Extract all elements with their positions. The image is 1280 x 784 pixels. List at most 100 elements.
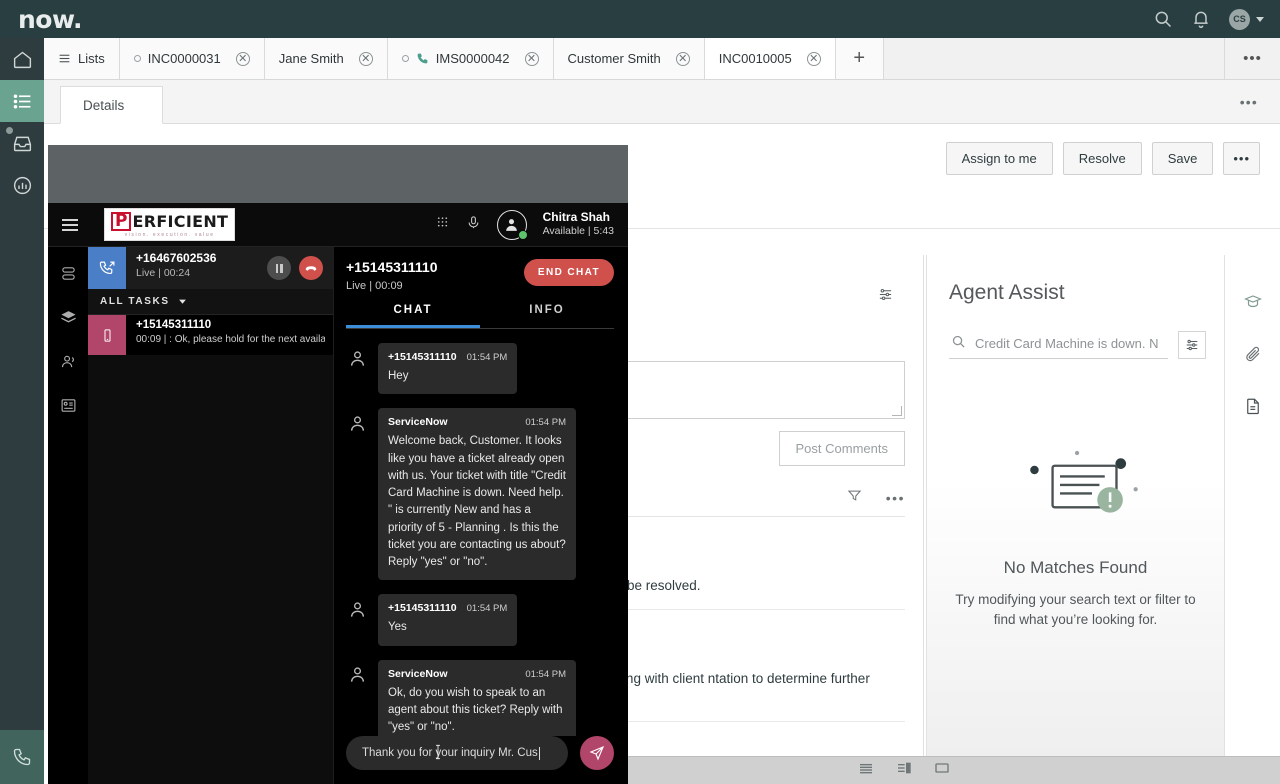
active-task-number: +16467602536	[136, 251, 267, 265]
agent-workspace-window: P ERFICIENT vision. execution. value Chi	[48, 203, 628, 784]
end-call-button[interactable]	[299, 256, 323, 280]
tab-overflow-button[interactable]: •••	[1224, 38, 1280, 79]
card-view-icon[interactable]	[934, 760, 950, 781]
document-icon[interactable]	[1236, 389, 1270, 423]
active-task-status: Live | 00:24	[136, 267, 267, 279]
tab-lists[interactable]: Lists	[44, 38, 120, 79]
tab-customer-smith[interactable]: Customer Smith ✕	[554, 38, 705, 79]
tab-jane-smith[interactable]: Jane Smith ✕	[265, 38, 388, 79]
resolve-button[interactable]: Resolve	[1063, 142, 1142, 175]
tab-info[interactable]: INFO	[480, 304, 614, 328]
chat-header: +15145311110 Live | 00:09 END CHAT	[334, 247, 628, 292]
sidebar-item-home[interactable]	[0, 38, 44, 80]
tab-chat[interactable]: CHAT	[346, 304, 480, 328]
message-list: +15145311110 01:54 PM Hey ServiceN	[334, 329, 628, 736]
tab-label: Jane Smith	[279, 51, 344, 66]
hold-button[interactable]	[267, 256, 291, 280]
tab-label: Lists	[78, 51, 105, 66]
post-comments-button[interactable]: Post Comments	[779, 431, 905, 466]
tab-ims0000042[interactable]: IMS0000042 ✕	[388, 38, 554, 79]
bot-avatar-icon	[346, 664, 368, 686]
chat-panel: +15145311110 Live | 00:09 END CHAT CHAT …	[334, 247, 628, 784]
avatar[interactable]: CS	[1229, 9, 1250, 30]
message-text: Welcome back, Customer. It looks like yo…	[388, 433, 566, 571]
dashboard-icon[interactable]	[60, 397, 77, 419]
split-view-icon[interactable]	[896, 760, 912, 781]
tab-label: INC0000031	[148, 51, 221, 66]
task-item-number: +15145311110	[136, 319, 325, 331]
close-icon[interactable]: ✕	[676, 52, 690, 66]
chat-composer: Thank you for your inquiry Mr. Cus	[334, 736, 628, 784]
task-list-item[interactable]: +15145311110 00:09 | : Ok, please hold f…	[88, 315, 333, 355]
dialpad-icon[interactable]	[435, 215, 450, 235]
all-tasks-label: ALL TASKS	[100, 296, 170, 307]
chevron-down-icon[interactable]	[1256, 17, 1264, 22]
tab-inc0000031[interactable]: INC0000031 ✕	[120, 38, 265, 79]
bot-avatar-icon	[346, 412, 368, 434]
more-icon[interactable]: •••	[886, 490, 905, 506]
mouse-text-cursor-icon	[434, 743, 442, 761]
message-author: +15145311110	[388, 602, 457, 614]
perficient-logo-word: ERFICIENT	[132, 214, 228, 230]
mic-icon[interactable]	[466, 215, 481, 235]
queue-icon[interactable]	[60, 265, 77, 287]
close-icon[interactable]: ✕	[359, 52, 373, 66]
resize-handle[interactable]	[892, 406, 902, 416]
record-actions: Assign to me Resolve Save •••	[946, 142, 1260, 175]
chat-input[interactable]: Thank you for your inquiry Mr. Cus	[346, 736, 568, 770]
save-button[interactable]: Save	[1152, 142, 1214, 175]
tab-bar: Lists INC0000031 ✕ Jane Smith ✕ IMS00000…	[44, 38, 1280, 80]
chat-duration: Live | 00:09	[346, 280, 438, 292]
layers-icon[interactable]	[60, 309, 77, 331]
task-item-info: +15145311110 00:09 | : Ok, please hold f…	[126, 315, 333, 355]
task-item-preview: 00:09 | : Ok, please hold for the next a…	[136, 334, 325, 345]
workspace-body: +16467602536 Live | 00:24 ALL TASKS	[48, 247, 628, 784]
empty-subtitle: Try modifying your search text or filter…	[951, 590, 1200, 629]
search-filter-button[interactable]	[1178, 331, 1206, 359]
agent-assist-title: Agent Assist	[927, 255, 1224, 305]
add-tab-button[interactable]: +	[836, 38, 884, 79]
outbound-call-icon	[88, 247, 126, 289]
bell-icon[interactable]	[1191, 9, 1211, 29]
active-call-task[interactable]: +16467602536 Live | 00:24	[88, 247, 333, 289]
message-author: ServiceNow	[388, 668, 448, 680]
message-text: Hey	[388, 368, 507, 385]
tab-inc0010005[interactable]: INC0010005 ✕	[705, 38, 836, 79]
agent-avatar[interactable]	[497, 210, 527, 240]
search-input[interactable]: Credit Card Machine is down. N	[949, 331, 1168, 359]
filter-icon[interactable]	[847, 488, 862, 508]
phone-icon[interactable]	[0, 730, 44, 784]
end-chat-button[interactable]: END CHAT	[524, 259, 614, 286]
assign-to-me-button[interactable]: Assign to me	[946, 142, 1053, 175]
more-actions-button[interactable]: •••	[1223, 142, 1260, 175]
close-icon[interactable]: ✕	[807, 52, 821, 66]
hamburger-menu-icon[interactable]	[62, 219, 78, 231]
detail-more-button[interactable]: •••	[1240, 94, 1258, 110]
workspace-window-shadow	[48, 145, 628, 203]
close-icon[interactable]: ✕	[525, 52, 539, 66]
knowledge-icon[interactable]	[1236, 285, 1270, 319]
list-view-icon[interactable]	[858, 760, 874, 781]
message-bubble: ServiceNow 01:54 PM Ok, do you wish to s…	[378, 660, 576, 737]
workspace-topbar: P ERFICIENT vision. execution. value Chi	[48, 203, 628, 247]
tab-details[interactable]: Details	[60, 86, 163, 124]
attachment-icon[interactable]	[1236, 337, 1270, 371]
all-tasks-filter[interactable]: ALL TASKS	[88, 289, 333, 315]
search-icon[interactable]	[1153, 9, 1173, 29]
empty-state: No Matches Found Try modifying your sear…	[927, 437, 1224, 629]
agent-name: Chitra Shah	[543, 210, 614, 225]
send-icon[interactable]	[580, 736, 614, 770]
chevron-down-icon	[178, 297, 187, 306]
sidebar-item-analytics[interactable]	[0, 164, 44, 206]
contact-avatar-icon	[346, 598, 368, 620]
sidebar-item-lists[interactable]	[0, 80, 44, 122]
tab-label: INC0010005	[719, 51, 792, 66]
now-logo[interactable]: now.	[18, 7, 82, 32]
card-settings-icon[interactable]	[878, 287, 893, 307]
message-bubble: +15145311110 01:54 PM Yes	[378, 594, 517, 645]
contacts-icon[interactable]	[60, 353, 77, 375]
message-text: Yes	[388, 619, 507, 636]
message-time: 01:54 PM	[525, 417, 566, 428]
close-icon[interactable]: ✕	[236, 52, 250, 66]
sidebar-item-inbox[interactable]	[0, 122, 44, 164]
